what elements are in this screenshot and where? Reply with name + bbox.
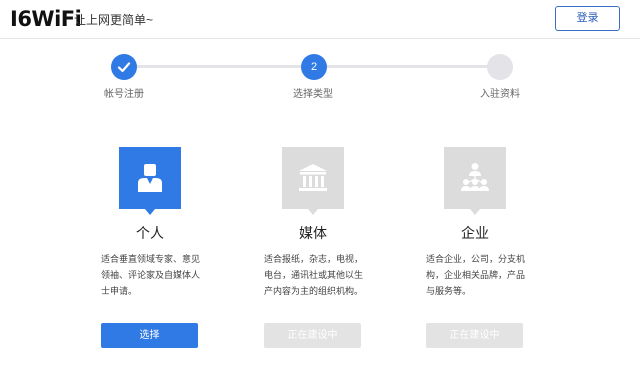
card-personal: 个人 适合垂直领域专家、意见领袖、评论家及自媒体人士申请。 选择 [70,147,230,357]
card-enterprise-title: 企业 [461,225,489,241]
step-3-circle [487,54,513,80]
site-logo[interactable]: I6WiFi [10,6,82,32]
enterprise-under-construction-button: 正在建设中 [426,323,523,348]
step-2-circle: 2 [301,54,327,80]
card-personal-description: 适合垂直领域专家、意见领袖、评论家及自媒体人士申请。 [101,254,201,296]
site-slogan: 让上网更简单~ [74,13,154,27]
top-header: I6WiFi 让上网更简单~ 登录 [0,0,640,39]
step-1-circle [111,54,137,80]
step-2-label: 选择类型 [293,89,333,100]
personal-icon-tile [119,147,181,215]
media-icon-tile [282,147,344,215]
enterprise-icon-tile [444,147,506,215]
media-under-construction-button: 正在建设中 [264,323,361,348]
card-media-description: 适合报纸，杂志，电视，电台，通讯社或其他以生产内容为主的组织机构。 [264,254,364,296]
person-icon [138,164,162,192]
login-button[interactable]: 登录 [555,6,620,31]
card-enterprise-description: 适合企业，公司，分支机构，企业相关品牌，产品与服务等。 [426,254,526,296]
card-media-title: 媒体 [299,225,327,241]
step-1-label: 帐号注册 [104,89,144,100]
step-connector-1 [124,65,314,68]
card-media: 媒体 适合报纸，杂志，电视，电台，通讯社或其他以生产内容为主的组织机构。 正在建… [233,147,393,357]
card-enterprise: 企业 适合企业，公司，分支机构，企业相关品牌，产品与服务等。 正在建设中 [395,147,555,357]
step-connector-2 [314,65,500,68]
card-personal-title: 个人 [136,225,164,241]
checkmark-icon [117,62,131,73]
organization-icon [461,163,489,191]
institution-icon [299,164,327,191]
select-personal-button[interactable]: 选择 [101,323,198,348]
progress-steps: 2 帐号注册 选择类型 入驻资料 [0,50,640,100]
step-3-label: 入驻资料 [480,89,520,100]
